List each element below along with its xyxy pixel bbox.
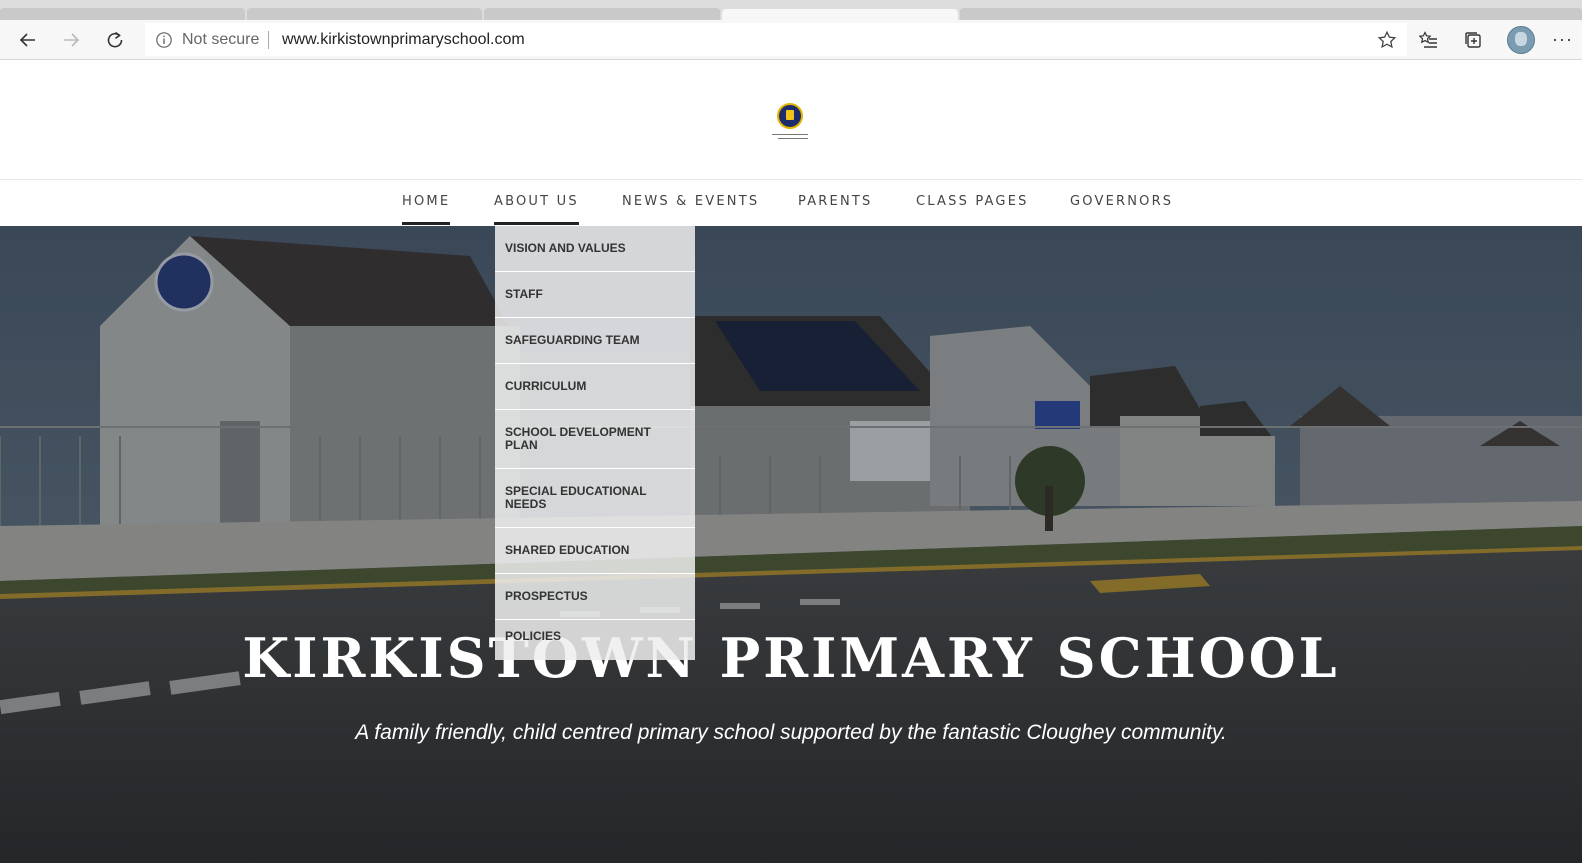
- nav-item-home[interactable]: HOME: [402, 180, 451, 226]
- nav-item-governors[interactable]: GOVERNORS: [1070, 180, 1173, 226]
- logo-motto-line: [778, 138, 808, 139]
- address-divider: [268, 31, 269, 49]
- dropdown-item-vision-and-values[interactable]: VISION AND VALUES: [495, 226, 695, 272]
- star-icon[interactable]: [1377, 30, 1397, 50]
- dropdown-item-label: POLICIES: [505, 629, 562, 643]
- security-label[interactable]: Not secure: [182, 23, 259, 56]
- forward-button[interactable]: [56, 20, 86, 59]
- dropdown-item-safeguarding-team[interactable]: SAFEGUARDING TEAM: [495, 318, 695, 364]
- collections-button[interactable]: [1458, 20, 1488, 59]
- profile-avatar[interactable]: [1507, 26, 1535, 54]
- dropdown-item-label: SHARED EDUCATION: [505, 543, 630, 557]
- hero-photo: [0, 226, 1582, 863]
- logo-motto-line: [772, 134, 808, 135]
- hero-subtitle: A family friendly, child centred primary…: [355, 721, 1227, 744]
- refresh-button[interactable]: [100, 20, 130, 59]
- address-bar[interactable]: Not secure www.kirkistownprimaryschool.c…: [145, 23, 1407, 56]
- dropdown-item-staff[interactable]: STAFF: [495, 272, 695, 318]
- browser-tab[interactable]: [247, 8, 482, 20]
- url-text[interactable]: www.kirkistownprimaryschool.com: [282, 23, 525, 56]
- dropdown-item-label: VISION AND VALUES: [505, 241, 626, 255]
- back-button[interactable]: [13, 20, 43, 59]
- back-arrow-icon: [19, 32, 35, 47]
- nav-item-parents[interactable]: PARENTS: [798, 180, 872, 226]
- dropdown-item-label: PROSPECTUS: [505, 589, 588, 603]
- browser-tab-strip: [0, 0, 1582, 21]
- dropdown-item-special-educational-needs[interactable]: SPECIAL EDUCATIONAL NEEDS: [495, 469, 695, 528]
- nav-item-class-pages[interactable]: CLASS PAGES: [916, 180, 1029, 226]
- hero-banner: KIRKISTOWN PRIMARY SCHOOL A family frien…: [0, 226, 1582, 863]
- dropdown-item-label: SAFEGUARDING TEAM: [505, 333, 640, 347]
- browser-tab[interactable]: [960, 8, 1582, 20]
- info-icon[interactable]: [155, 31, 173, 49]
- nav-item-about-us[interactable]: ABOUT US: [494, 180, 579, 226]
- forward-arrow-icon: [64, 32, 80, 47]
- dropdown-item-label: SCHOOL DEVELOPMENT PLAN: [505, 425, 651, 452]
- dropdown-item-school-development-plan[interactable]: SCHOOL DEVELOPMENT PLAN: [495, 410, 695, 469]
- nav-item-news-events[interactable]: NEWS & EVENTS: [622, 180, 759, 226]
- dropdown-item-label: STAFF: [505, 287, 543, 301]
- favorites-icon: [1419, 30, 1437, 48]
- dropdown-item-label: SPECIAL EDUCATIONAL NEEDS: [505, 484, 647, 511]
- browser-tab[interactable]: [0, 8, 245, 20]
- dropdown-item-policies[interactable]: POLICIES: [495, 620, 695, 660]
- main-nav: HOME ABOUT US NEWS & EVENTS PARENTS CLAS…: [0, 180, 1582, 226]
- refresh-icon: [107, 31, 123, 47]
- school-logo[interactable]: [768, 103, 812, 145]
- hero-title: KIRKISTOWN PRIMARY SCHOOL: [242, 626, 1340, 690]
- favorites-button[interactable]: [1414, 20, 1444, 59]
- browser-tab[interactable]: [484, 8, 720, 20]
- about-us-dropdown: VISION AND VALUES STAFF SAFEGUARDING TEA…: [495, 226, 695, 660]
- browser-toolbar: Not secure www.kirkistownprimaryschool.c…: [0, 20, 1582, 60]
- school-crest-icon: [777, 103, 803, 129]
- dropdown-item-prospectus[interactable]: PROSPECTUS: [495, 574, 695, 620]
- collections-icon: [1465, 31, 1481, 48]
- dropdown-item-label: CURRICULUM: [505, 379, 587, 393]
- more-icon[interactable]: ···: [1552, 20, 1573, 59]
- dropdown-item-curriculum[interactable]: CURRICULUM: [495, 364, 695, 410]
- dropdown-item-shared-education[interactable]: SHARED EDUCATION: [495, 528, 695, 574]
